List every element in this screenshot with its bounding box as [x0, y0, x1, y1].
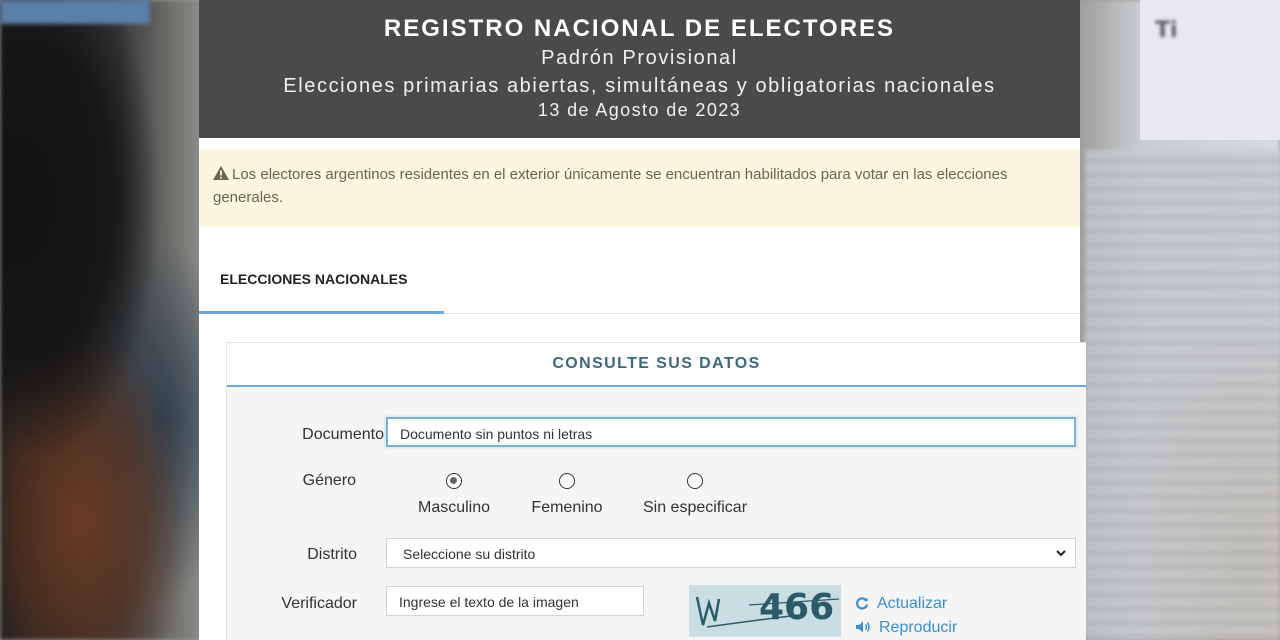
refresh-label: Actualizar [877, 595, 948, 612]
verificador-input[interactable]: Ingrese el texto de la imagen [386, 586, 644, 616]
query-card: CONSULTE SUS DATOS Documento Documento s… [226, 342, 1086, 640]
warning-alert: Los electores argentinos residentes en e… [199, 149, 1080, 227]
radio-sin-especificar-button[interactable] [687, 473, 703, 489]
page-subtitle: Padrón Provisional [541, 47, 738, 69]
refresh-captcha-link[interactable]: Actualizar [855, 595, 947, 613]
background-paper-text: Ti [1155, 18, 1178, 43]
election-name: Elecciones primarias abiertas, simultáne… [283, 75, 996, 97]
play-label: Reproducir [879, 619, 958, 636]
distrito-label: Distrito [307, 546, 357, 563]
refresh-icon [856, 597, 869, 610]
page-header: REGISTRO NACIONAL DE ELECTORES Padrón Pr… [199, 0, 1080, 138]
query-form: Documento Documento sin puntos ni letras… [227, 387, 1086, 640]
radio-femenino[interactable]: Femenino [517, 473, 617, 517]
verificador-label: Verificador [281, 595, 357, 612]
chevron-down-icon [1056, 550, 1066, 557]
background-list [1085, 150, 1280, 640]
page-panel: REGISTRO NACIONAL DE ELECTORES Padrón Pr… [199, 0, 1086, 640]
tab-bar: ELECCIONES NACIONALES [199, 250, 1080, 314]
page-title: REGISTRO NACIONAL DE ELECTORES [383, 15, 896, 42]
radio-masculino[interactable]: Masculino [404, 473, 504, 517]
radio-sin-especificar[interactable]: Sin especificar [630, 473, 760, 517]
documento-label: Documento [302, 426, 384, 443]
play-audio-captcha-link[interactable]: Reproducir [855, 619, 957, 637]
radio-masculino-button[interactable] [446, 473, 462, 489]
tab-elecciones-nacionales[interactable]: ELECCIONES NACIONALES [199, 250, 444, 314]
radio-femenino-button[interactable] [559, 473, 575, 489]
background-blur-element [0, 0, 150, 24]
speaker-icon [856, 621, 870, 633]
radio-sin-especificar-label: Sin especificar [642, 499, 748, 516]
documento-input[interactable]: Documento sin puntos ni letras [386, 417, 1076, 447]
distrito-select-value: Seleccione su distrito [403, 546, 536, 562]
captcha-text: 466 [759, 587, 834, 628]
warning-icon [213, 166, 229, 180]
alert-text: Los electores argentinos residentes en e… [213, 166, 1008, 206]
radio-femenino-label: Femenino [531, 499, 603, 516]
election-date: 13 de Agosto de 2023 [537, 100, 742, 120]
radio-masculino-label: Masculino [417, 499, 491, 516]
distrito-select[interactable]: Seleccione su distrito [386, 538, 1076, 568]
captcha-image: 466 [689, 585, 841, 637]
card-title: CONSULTE SUS DATOS [227, 343, 1086, 387]
genero-label: Género [302, 472, 356, 489]
